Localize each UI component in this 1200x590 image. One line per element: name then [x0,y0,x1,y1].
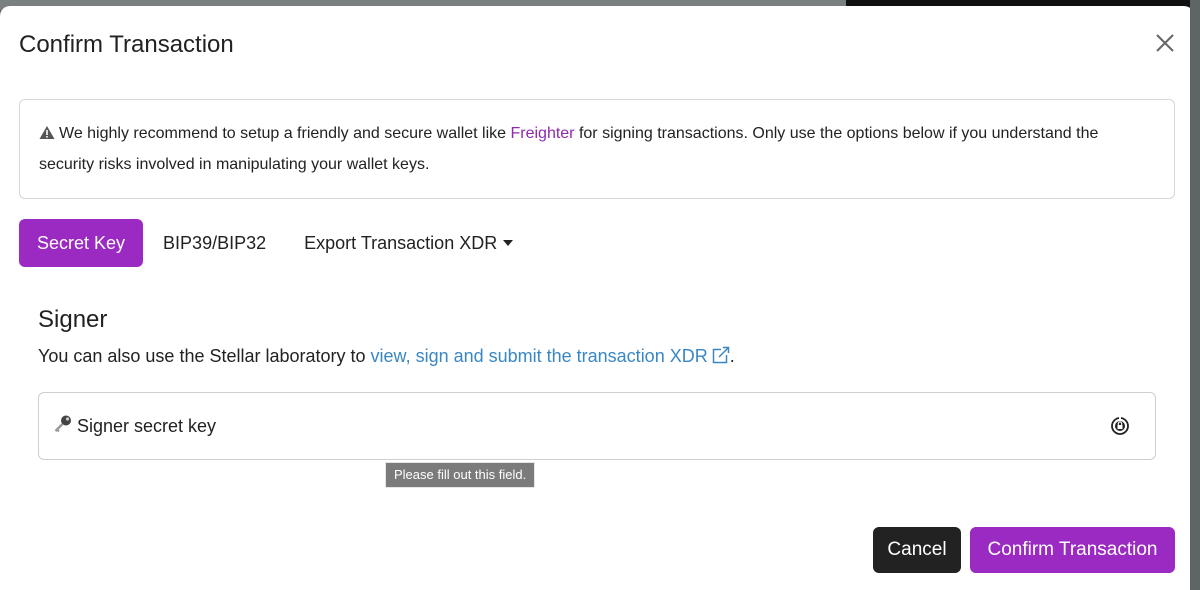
security-warning-alert: We highly recommend to setup a friendly … [19,99,1175,199]
validation-tooltip: Please fill out this field. [385,462,536,488]
key-icon [53,414,73,439]
confirm-transaction-button[interactable]: Confirm Transaction [970,527,1175,573]
alert-text-before: We highly recommend to setup a friendly … [59,125,511,142]
signer-heading: Signer [38,306,108,333]
close-icon [1156,34,1174,52]
freighter-link[interactable]: Freighter [510,125,574,142]
tab-secret-key[interactable]: Secret Key [19,219,144,267]
signer-secret-key-field [38,392,1156,460]
confirm-transaction-modal: Confirm Transaction We highly recommend … [0,6,1194,590]
signer-desc-before: You can also use the Stellar laboratory … [38,346,371,366]
signer-secret-key-input[interactable] [77,415,1109,437]
stellar-laboratory-link[interactable]: view, sign and submit the transaction XD… [371,346,730,366]
warning-icon [39,121,55,150]
signer-desc-after: . [729,346,735,366]
tab-export-label: Export Transaction XDR [304,232,498,253]
signer-description: You can also use the Stellar laboratory … [38,346,735,369]
modal-title: Confirm Transaction [19,31,234,58]
cancel-button[interactable]: Cancel [873,527,961,573]
tab-export-transaction-xdr[interactable]: Export Transaction XDR [286,219,531,267]
backdrop-right-edge [1190,0,1200,590]
stellar-laboratory-link-label: view, sign and submit the transaction XD… [370,346,708,366]
password-manager-icon[interactable] [1109,415,1131,437]
caret-down-icon [503,240,514,246]
close-button[interactable] [1152,30,1178,56]
signing-method-tabs: Secret Key BIP39/BIP32 Export Transactio… [19,219,533,267]
tab-bip39-bip32[interactable]: BIP39/BIP32 [145,219,284,267]
external-link-icon [712,346,730,369]
